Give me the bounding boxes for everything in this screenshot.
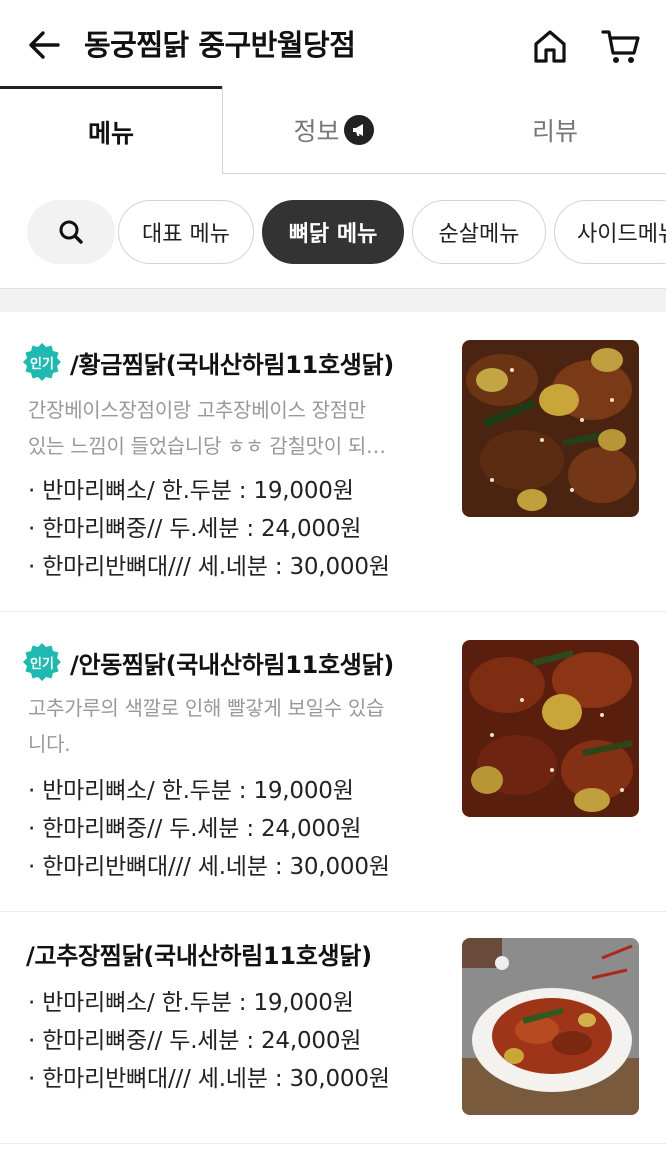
tab-info[interactable]: 정보 [222,86,444,174]
menu-item-name-row: 인기 /안동찜닭(국내산하림11호생닭) [22,642,394,682]
menu-item-description: 고추가루의 색깔로 인해 빨갛게 보일수 있습 니다. [28,690,440,762]
search-icon [59,220,83,244]
home-icon[interactable] [530,26,570,66]
menu-item-name-row: 인기 /황금찜닭(국내산하림11호생닭) [22,342,394,382]
menu-item-prices: · 반마리뼈소/ 한.두분 : 19,000원 · 한마리뼈중// 두.세분 :… [28,984,458,1098]
price-option: · 한마리반뼈대/// 세.네분 : 30,000원 [28,554,390,580]
menu-search-button[interactable] [27,200,115,264]
section-divider [0,288,666,312]
category-chip-signature[interactable]: 대표 메뉴 [118,200,254,264]
menu-item-name: /고추장찜닭(국내산하림11호생닭) [26,942,372,970]
menu-item-photo [462,938,639,1115]
price-option: · 한마리뼈중// 두.세분 : 24,000원 [28,816,362,842]
back-arrow-icon[interactable] [24,24,66,66]
menu-item-description-line: 고추가루의 색깔로 인해 빨갛게 보일수 있습 [28,696,385,720]
price-option: · 한마리뼈중// 두.세분 : 24,000원 [28,516,362,542]
category-chip-side[interactable]: 사이드메뉴 [554,200,666,264]
category-chips: 대표 메뉴 뼈닭 메뉴 순살메뉴 사이드메뉴 [0,198,666,266]
menu-item-description-line: 있는 느낌이 들었습니당 ㅎㅎ 감칠맛이 되… [28,434,386,458]
popular-badge-label: 인기 [30,356,54,372]
price-option: · 반마리뼈소/ 한.두분 : 19,000원 [28,478,354,504]
store-title: 동궁찜닭 중구반월당점 [84,28,356,62]
menu-item-name: /황금찜닭(국내산하림11호생닭) [70,350,394,379]
category-chip-boneless[interactable]: 순살메뉴 [412,200,546,264]
menu-item-name-row: /고추장찜닭(국내산하림11호생닭) [26,936,372,971]
tab-menu-label: 메뉴 [87,118,134,148]
popular-badge-label: 인기 [30,656,54,672]
menu-item-prices: · 반마리뼈소/ 한.두분 : 19,000원 · 한마리뼈중// 두.세분 :… [28,472,458,586]
price-option: · 한마리반뼈대/// 세.네분 : 30,000원 [28,1066,390,1092]
price-option: · 반마리뼈소/ 한.두분 : 19,000원 [28,990,354,1016]
popular-badge-icon: 인기 [22,642,62,682]
price-option: · 한마리뼈중// 두.세분 : 24,000원 [28,1028,362,1054]
tab-info-label: 정보 [293,116,340,146]
tab-menu[interactable]: 메뉴 [0,86,222,174]
menu-item-description-line: 니다. [28,732,71,756]
tab-bar: 메뉴 정보 리뷰 [0,86,666,174]
megaphone-icon [343,114,374,145]
popular-badge-icon: 인기 [22,342,62,382]
menu-item-description: 간장베이스장점이랑 고추장베이스 장점만 있는 느낌이 들었습니당 ㅎㅎ 감칠맛… [28,392,440,464]
price-option: · 반마리뼈소/ 한.두분 : 19,000원 [28,778,354,804]
price-option: · 한마리반뼈대/// 세.네분 : 30,000원 [28,854,390,880]
menu-item[interactable]: 인기 /안동찜닭(국내산하림11호생닭) 고추가루의 색깔로 인해 빨갛게 보일… [0,612,666,912]
menu-item-photo [462,640,639,817]
app-header: 동궁찜닭 중구반월당점 [0,0,666,88]
menu-item-photo [462,340,639,517]
tab-review-label: 리뷰 [531,116,578,146]
menu-item-name: /안동찜닭(국내산하림11호생닭) [70,650,394,679]
menu-item[interactable]: /고추장찜닭(국내산하림11호생닭) · 반마리뼈소/ 한.두분 : 19,00… [0,912,666,1144]
menu-item[interactable]: 인기 /황금찜닭(국내산하림11호생닭) 간장베이스장점이랑 고추장베이스 장점… [0,312,666,612]
cart-icon[interactable] [600,26,642,66]
tab-review[interactable]: 리뷰 [444,86,666,174]
menu-item-description-line: 간장베이스장점이랑 고추장베이스 장점만 [28,398,366,422]
category-chip-bone-chicken[interactable]: 뼈닭 메뉴 [262,200,404,264]
menu-item-prices: · 반마리뼈소/ 한.두분 : 19,000원 · 한마리뼈중// 두.세분 :… [28,772,458,886]
